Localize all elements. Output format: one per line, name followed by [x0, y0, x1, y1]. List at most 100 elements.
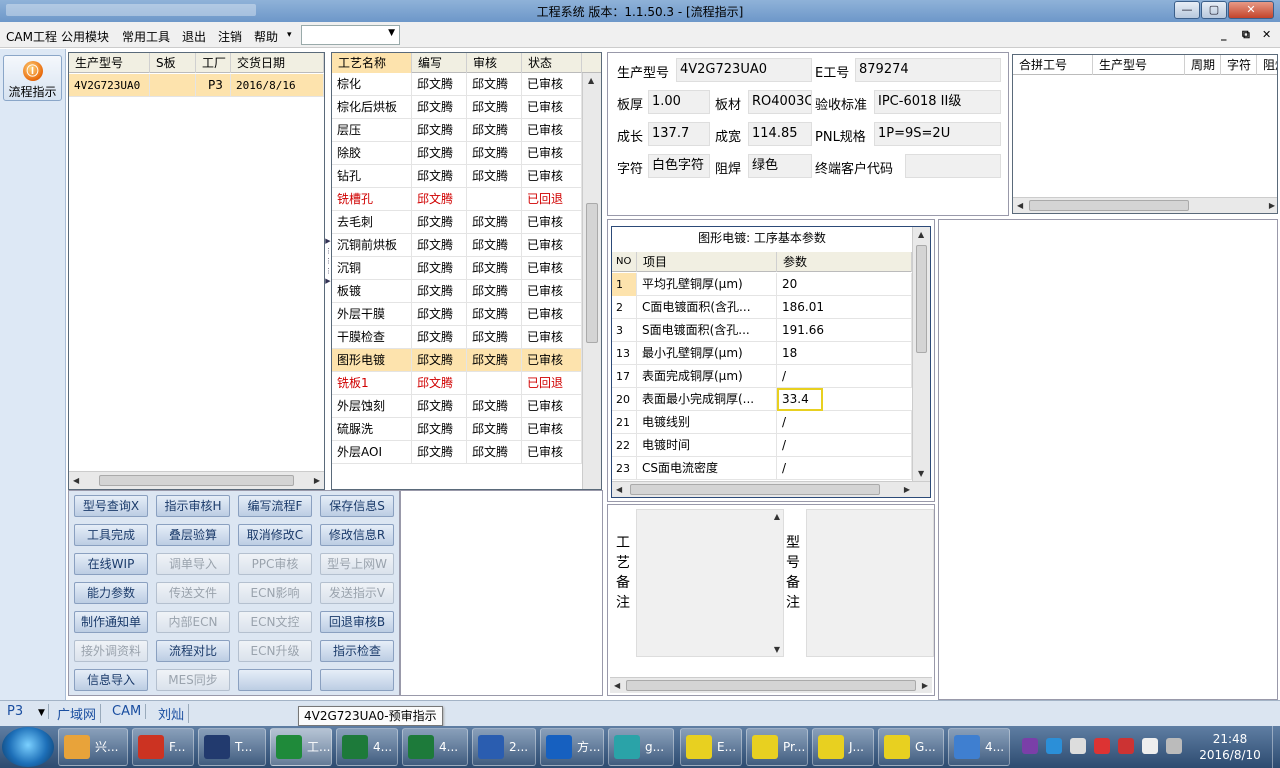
width-field[interactable]: 114.85	[748, 122, 812, 146]
table-row[interactable]: 2 C面电镀面积(含孔... 186.01	[612, 296, 912, 319]
taskbar-item[interactable]: 工...	[270, 728, 332, 766]
param-value-cell[interactable]: 191.66	[777, 319, 912, 342]
taskbar-item[interactable]: F...	[132, 728, 194, 766]
table-row[interactable]: 外层干膜 邱文腾 邱文腾 已审核	[332, 303, 582, 326]
table-row[interactable]: 层压 邱文腾 邱文腾 已审核	[332, 119, 582, 142]
taskbar-item[interactable]: G...	[878, 728, 944, 766]
customer-field[interactable]	[905, 154, 1001, 178]
menu-common-module[interactable]: 公用模块	[61, 28, 109, 45]
action-button[interactable]: ECN影响	[238, 582, 312, 604]
col-merge-part[interactable]: 生产型号	[1093, 55, 1185, 75]
action-button[interactable]: 能力参数	[74, 582, 148, 604]
maximize-button[interactable]: ▢	[1201, 1, 1227, 19]
col-merge-cycle[interactable]: 周期	[1185, 55, 1221, 75]
taskbar-item[interactable]: 方...	[540, 728, 604, 766]
clock[interactable]: 21:48 2016/8/10	[1190, 731, 1270, 763]
table-row[interactable]: 沉铜 邱文腾 邱文腾 已审核	[332, 257, 582, 280]
empty-button[interactable]	[320, 669, 394, 691]
col-reviewer[interactable]: 审核	[467, 53, 522, 73]
start-button[interactable]	[2, 727, 54, 767]
menu-tools[interactable]: 常用工具	[122, 28, 170, 45]
action-button[interactable]: 发送指示V	[320, 582, 394, 604]
close-button[interactable]: ✕	[1228, 1, 1274, 19]
orders-hscrollbar[interactable]: ◀ ▶	[69, 471, 324, 489]
table-row[interactable]: 4V2G723UA0 P3 2016/8/16	[69, 74, 324, 97]
module-combo[interactable]: ▼	[301, 25, 400, 45]
action-button[interactable]: MES同步	[156, 669, 230, 691]
table-row[interactable]: 图形电镀 邱文腾 邱文腾 已审核	[332, 349, 582, 372]
action-button[interactable]: 流程对比	[156, 640, 230, 662]
legend-field[interactable]: 白色字符	[648, 154, 710, 178]
taskbar-item[interactable]: 4...	[948, 728, 1010, 766]
table-row[interactable]: 干膜检查 邱文腾 邱文腾 已审核	[332, 326, 582, 349]
mdi-restore[interactable]: ⧉	[1242, 28, 1250, 42]
param-value-cell[interactable]: /	[777, 365, 912, 388]
mdi-close[interactable]: ✕	[1262, 28, 1271, 41]
tray-icon[interactable]	[1046, 738, 1062, 754]
mdi-minimize[interactable]: _	[1221, 28, 1227, 41]
action-button[interactable]: 信息导入	[74, 669, 148, 691]
table-row[interactable]: 13 最小孔壁铜厚(μm) 18	[612, 342, 912, 365]
table-row[interactable]: 棕化 邱文腾 邱文腾 已审核	[332, 73, 582, 96]
pnl-field[interactable]: 1P=9S=2U	[874, 122, 1001, 146]
col-status[interactable]: 状态	[522, 53, 582, 73]
table-row[interactable]: 板镀 邱文腾 邱文腾 已审核	[332, 280, 582, 303]
action-button[interactable]: PPC审核	[238, 553, 312, 575]
menu-cam[interactable]: CAM工程	[6, 28, 57, 45]
merge-hscrollbar[interactable]: ◀ ▶	[1013, 197, 1277, 213]
table-row[interactable]: 1 平均孔壁铜厚(μm) 20	[612, 273, 912, 296]
col-author[interactable]: 编写	[412, 53, 467, 73]
network-icon[interactable]	[1166, 738, 1182, 754]
table-row[interactable]: 沉铜前烘板 邱文腾 邱文腾 已审核	[332, 234, 582, 257]
table-row[interactable]: 铣板1 邱文腾 已回退	[332, 372, 582, 395]
param-value-cell[interactable]: 18	[777, 342, 912, 365]
action-button[interactable]: 型号查询X	[74, 495, 148, 517]
standard-field[interactable]: IPC-6018 II级	[874, 90, 1001, 114]
param-value-cell[interactable]: /	[777, 411, 912, 434]
taskbar-item[interactable]: 4...	[402, 728, 468, 766]
param-value-cell[interactable]: 20	[777, 273, 912, 296]
action-button[interactable]: ECN文控	[238, 611, 312, 633]
flow-instruction-button[interactable]: Ⓘ 流程指示	[3, 55, 62, 101]
action-button[interactable]: 修改信息R	[320, 524, 394, 546]
menu-help[interactable]: 帮助	[254, 28, 278, 45]
part-no-field[interactable]: 4V2G723UA0	[676, 58, 812, 82]
model-note-field[interactable]	[806, 509, 934, 657]
tray-icon[interactable]	[1022, 738, 1038, 754]
action-button[interactable]: 制作通知单	[74, 611, 148, 633]
table-row[interactable]: 外层AOI 邱文腾 邱文腾 已审核	[332, 441, 582, 464]
table-row[interactable]: 去毛刺 邱文腾 邱文腾 已审核	[332, 211, 582, 234]
tray-icon[interactable]	[1094, 738, 1110, 754]
mask-field[interactable]: 绿色	[748, 154, 812, 178]
taskbar-item[interactable]: g...	[608, 728, 674, 766]
table-row[interactable]: 20 表面最小完成铜厚(... 33.4	[612, 388, 912, 411]
taskbar-item[interactable]: Pr...	[746, 728, 808, 766]
params-hscrollbar[interactable]: ◀ ▶	[612, 481, 930, 497]
param-value-cell[interactable]: 33.4	[777, 388, 823, 411]
e-no-field[interactable]: 879274	[855, 58, 1001, 82]
action-button[interactable]: 编写流程F	[238, 495, 312, 517]
action-button[interactable]: 传送文件	[156, 582, 230, 604]
table-row[interactable]: 硫脲洗 邱文腾 邱文腾 已审核	[332, 418, 582, 441]
col-merge-mask[interactable]: 阻焊	[1257, 55, 1277, 75]
col-no[interactable]: NO	[612, 252, 637, 272]
table-row[interactable]: 除胶 邱文腾 邱文腾 已审核	[332, 142, 582, 165]
param-value-cell[interactable]: 186.01	[777, 296, 912, 319]
params-vscrollbar[interactable]: ▲ ▼	[912, 227, 930, 481]
action-button[interactable]: 取消修改C	[238, 524, 312, 546]
col-s-board[interactable]: S板	[150, 53, 196, 73]
taskbar-item[interactable]: E...	[680, 728, 742, 766]
action-button[interactable]: 指示审核H	[156, 495, 230, 517]
col-merge-legend[interactable]: 字符	[1221, 55, 1257, 75]
table-row[interactable]: 22 电镀时间 /	[612, 434, 912, 457]
material-field[interactable]: RO4003C	[748, 90, 812, 114]
length-field[interactable]: 137.7	[648, 122, 710, 146]
table-row[interactable]: 17 表面完成铜厚(μm) /	[612, 365, 912, 388]
action-button[interactable]: 工具完成	[74, 524, 148, 546]
help-dropdown-icon[interactable]: ▾	[287, 30, 292, 40]
table-row[interactable]: 铣槽孔 邱文腾 已回退	[332, 188, 582, 211]
table-row[interactable]: 21 电镀线别 /	[612, 411, 912, 434]
table-row[interactable]: 外层蚀刻 邱文腾 邱文腾 已审核	[332, 395, 582, 418]
col-merge-no[interactable]: 合拼工号	[1013, 55, 1093, 75]
volume-icon[interactable]	[1142, 738, 1158, 754]
